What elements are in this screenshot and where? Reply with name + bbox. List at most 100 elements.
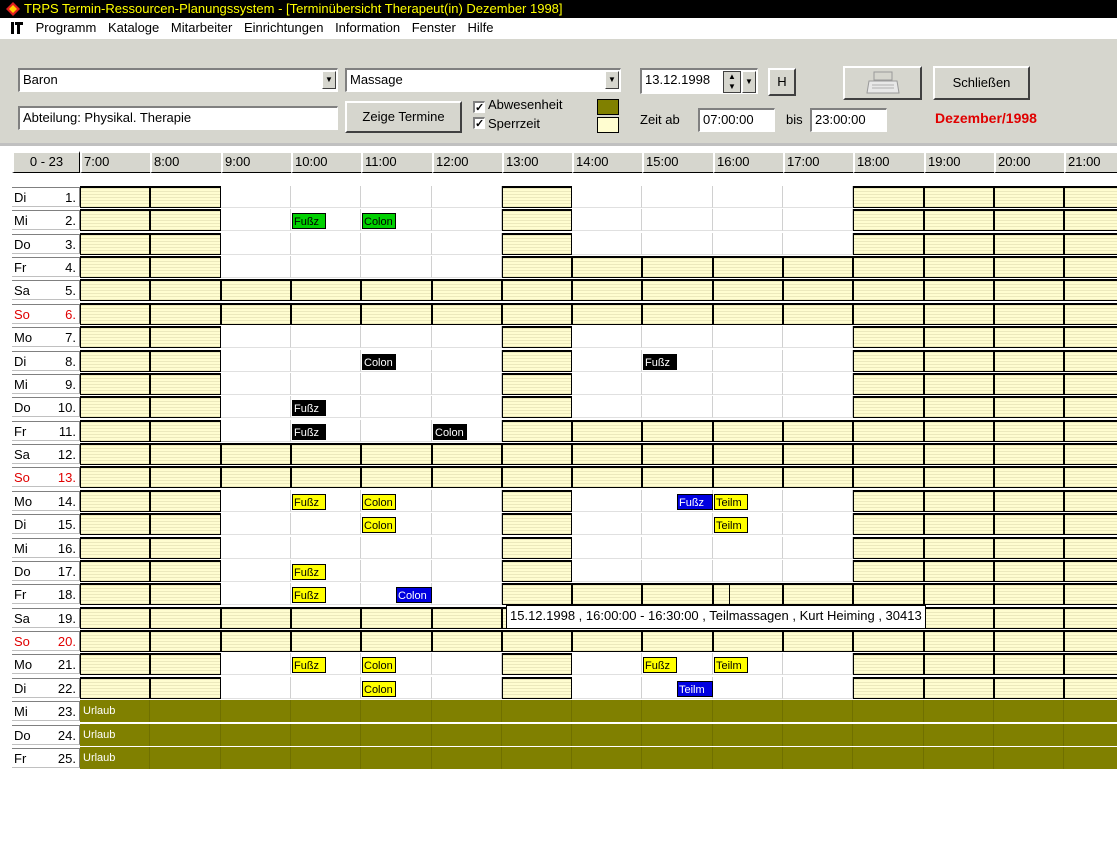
free-slot[interactable] — [783, 373, 853, 395]
blocked-slot[interactable] — [924, 443, 994, 465]
free-slot[interactable] — [713, 209, 783, 231]
free-slot[interactable] — [713, 396, 783, 418]
blocked-slot[interactable] — [502, 373, 572, 395]
blocked-slot[interactable] — [994, 560, 1064, 582]
free-slot[interactable] — [361, 186, 432, 208]
absence-slot[interactable] — [502, 700, 572, 722]
blocked-slot[interactable] — [924, 583, 994, 605]
absence-slot[interactable] — [642, 747, 713, 769]
blocked-slot[interactable] — [924, 209, 994, 231]
blocked-slot[interactable] — [502, 303, 572, 325]
free-slot[interactable] — [572, 677, 642, 699]
blocked-slot[interactable] — [853, 653, 924, 675]
appointment-block[interactable]: Colon — [362, 354, 396, 370]
blocked-slot[interactable] — [80, 350, 150, 372]
blocked-slot[interactable] — [150, 373, 221, 395]
absence-slot[interactable] — [1064, 724, 1117, 746]
spin-down-icon[interactable]: ▼ — [724, 82, 740, 92]
blocked-slot[interactable] — [291, 279, 361, 301]
blocked-slot[interactable] — [150, 537, 221, 559]
appointment-block[interactable]: Teilm — [714, 517, 748, 533]
free-slot[interactable] — [221, 186, 291, 208]
blocked-slot[interactable] — [783, 583, 853, 605]
free-slot[interactable] — [221, 326, 291, 348]
free-slot[interactable] — [713, 233, 783, 255]
blocked-slot[interactable] — [502, 490, 572, 512]
menu-information[interactable]: Information — [331, 18, 404, 38]
blocked-slot[interactable] — [150, 513, 221, 535]
free-slot[interactable] — [432, 653, 502, 675]
blocked-slot[interactable] — [361, 607, 432, 629]
blocked-slot[interactable] — [642, 256, 713, 278]
free-slot[interactable] — [572, 537, 642, 559]
blocked-slot[interactable] — [1064, 607, 1117, 629]
blocked-slot[interactable] — [642, 420, 713, 442]
blocked-slot[interactable] — [783, 466, 853, 488]
menu-programm[interactable]: Programm — [32, 18, 101, 38]
blocked-slot[interactable] — [361, 279, 432, 301]
blocked-slot[interactable] — [80, 279, 150, 301]
blocked-slot[interactable] — [221, 607, 291, 629]
free-slot[interactable] — [432, 209, 502, 231]
blocked-slot[interactable] — [80, 607, 150, 629]
blocked-slot[interactable] — [783, 443, 853, 465]
blocked-slot[interactable] — [150, 443, 221, 465]
blocked-slot[interactable] — [642, 630, 713, 652]
free-slot[interactable] — [642, 373, 713, 395]
blocked-slot[interactable] — [853, 209, 924, 231]
department-field[interactable]: Abteilung: Physikal. Therapie — [18, 106, 338, 130]
free-slot[interactable] — [291, 326, 361, 348]
free-slot[interactable] — [221, 653, 291, 675]
blocked-slot[interactable] — [221, 303, 291, 325]
blocked-slot[interactable] — [713, 279, 783, 301]
absence-slot[interactable] — [432, 700, 502, 722]
blocked-slot[interactable] — [80, 303, 150, 325]
blocked-slot[interactable] — [853, 303, 924, 325]
blocked-slot[interactable] — [150, 630, 221, 652]
blocked-slot[interactable] — [1064, 233, 1117, 255]
free-slot[interactable] — [361, 420, 432, 442]
blocked-slot[interactable] — [572, 443, 642, 465]
date-dropdown-icon[interactable]: ▼ — [742, 71, 756, 93]
blocked-slot[interactable] — [1064, 677, 1117, 699]
absence-slot[interactable] — [291, 747, 361, 769]
free-slot[interactable] — [221, 233, 291, 255]
absence-slot[interactable] — [994, 724, 1064, 746]
menu-mitarbeiter[interactable]: Mitarbeiter — [167, 18, 236, 38]
free-slot[interactable] — [783, 513, 853, 535]
blocked-slot[interactable] — [924, 513, 994, 535]
appointment-block[interactable]: Fußz — [292, 587, 326, 603]
blocked-slot[interactable] — [1064, 256, 1117, 278]
blocked-slot[interactable] — [642, 583, 713, 605]
blocked-slot[interactable] — [80, 373, 150, 395]
blocked-slot[interactable] — [1064, 186, 1117, 208]
blocked-slot[interactable] — [853, 420, 924, 442]
free-slot[interactable] — [432, 490, 502, 512]
free-slot[interactable] — [783, 396, 853, 418]
free-slot[interactable] — [572, 490, 642, 512]
blocked-slot[interactable] — [924, 233, 994, 255]
free-slot[interactable] — [713, 186, 783, 208]
free-slot[interactable] — [783, 209, 853, 231]
blocked-slot[interactable] — [150, 607, 221, 629]
blocked-slot[interactable] — [502, 186, 572, 208]
blocked-slot[interactable] — [924, 466, 994, 488]
blocked-slot[interactable] — [853, 396, 924, 418]
blocked-slot[interactable] — [80, 560, 150, 582]
blocked-slot[interactable] — [924, 490, 994, 512]
free-slot[interactable] — [572, 373, 642, 395]
absence-slot[interactable] — [291, 724, 361, 746]
free-slot[interactable] — [432, 537, 502, 559]
free-slot[interactable] — [361, 560, 432, 582]
blocked-slot[interactable] — [502, 653, 572, 675]
free-slot[interactable] — [432, 233, 502, 255]
blocked-slot[interactable] — [642, 303, 713, 325]
appointment-block[interactable]: Fußz — [292, 400, 326, 416]
blocked-slot[interactable] — [572, 303, 642, 325]
absence-slot[interactable] — [572, 700, 642, 722]
free-slot[interactable] — [713, 326, 783, 348]
appointment-block[interactable]: Colon — [362, 681, 396, 697]
absence-slot[interactable] — [502, 724, 572, 746]
blocked-slot[interactable] — [502, 537, 572, 559]
free-slot[interactable] — [432, 373, 502, 395]
